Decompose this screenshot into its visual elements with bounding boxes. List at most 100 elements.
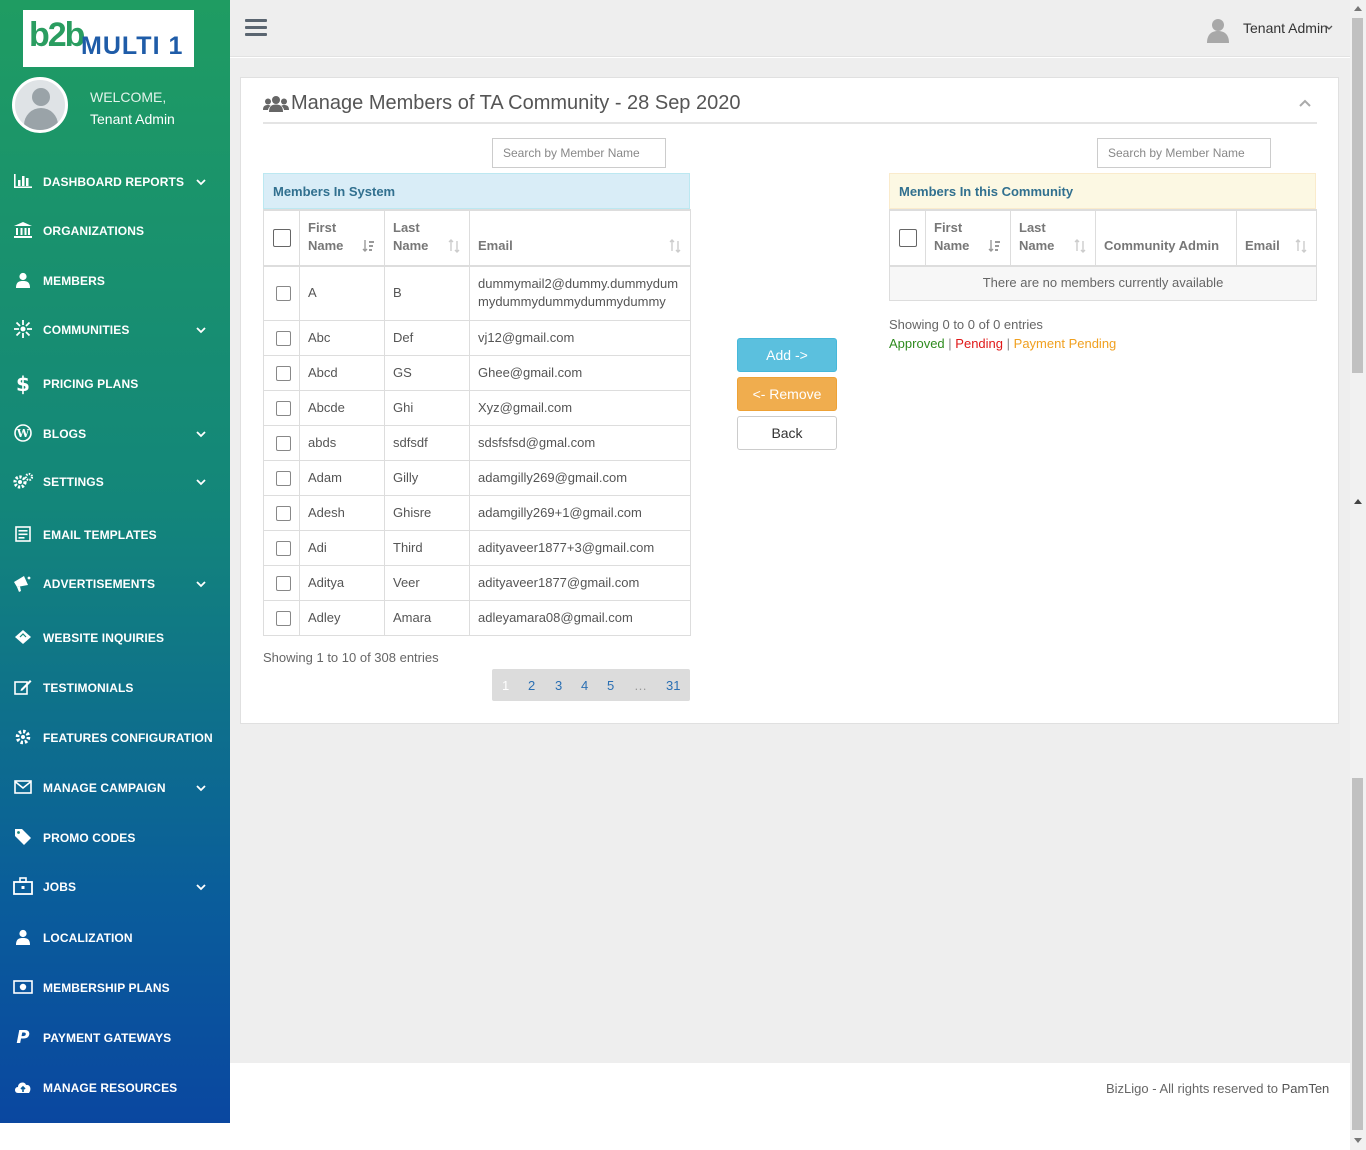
sidebar-item-organizations[interactable]: ORGANIZATIONS bbox=[0, 211, 230, 251]
chevron-down-icon[interactable] bbox=[1325, 25, 1333, 31]
row-checkbox[interactable] bbox=[276, 575, 291, 591]
scroll-up-icon[interactable] bbox=[1354, 6, 1362, 11]
sort-asc-icon[interactable] bbox=[988, 239, 1002, 253]
add-button[interactable]: Add -> bbox=[737, 338, 837, 372]
sidebar-item-localization[interactable]: LOCALIZATION bbox=[0, 918, 230, 958]
sidebar-item-settings[interactable]: SETTINGS bbox=[0, 462, 230, 502]
sort-icon[interactable] bbox=[1294, 239, 1308, 253]
col-first-name[interactable]: First Name bbox=[299, 209, 385, 267]
sidebar-item-communities[interactable]: COMMUNITIES bbox=[0, 310, 230, 350]
table-row[interactable]: Adi Third adityaveer1877+3@gmail.com bbox=[263, 529, 691, 566]
row-checkbox[interactable] bbox=[276, 505, 291, 521]
sidebar-item-pricing-plans[interactable]: $ PRICING PLANS bbox=[0, 364, 230, 404]
cell-email: adityaveer1877+3@gmail.com bbox=[469, 529, 691, 566]
sidebar-item-manage-resources[interactable]: MANAGE RESOURCES bbox=[0, 1068, 230, 1108]
system-members-search-input[interactable] bbox=[492, 138, 666, 168]
sidebar-item-membership-plans[interactable]: MEMBERSHIP PLANS bbox=[0, 968, 230, 1008]
community-members-search-input[interactable] bbox=[1097, 138, 1271, 168]
select-all-checkbox[interactable] bbox=[273, 229, 291, 248]
row-checkbox[interactable] bbox=[276, 330, 291, 346]
sidebar-item-advertisements[interactable]: ADVERTISEMENTS bbox=[0, 564, 230, 604]
cell-first-name: Aditya bbox=[299, 564, 385, 601]
table-row[interactable]: Adam Gilly adamgilly269@gmail.com bbox=[263, 459, 691, 496]
chevron-down-icon[interactable] bbox=[195, 782, 207, 794]
cell-first-name: Adi bbox=[299, 529, 385, 566]
sort-icon[interactable] bbox=[668, 239, 682, 253]
footer-brand-link[interactable]: PamTen bbox=[1282, 1081, 1330, 1096]
sidebar-item-testimonials[interactable]: TESTIMONIALS bbox=[0, 668, 230, 708]
scrollbar-thumb-lower[interactable] bbox=[1352, 778, 1363, 1130]
page-link-4[interactable]: 4 bbox=[581, 678, 588, 693]
scrollbar-thumb[interactable] bbox=[1352, 18, 1363, 373]
system-members-table: First Name Last Name Email A Bdummymail2@du… bbox=[263, 209, 691, 636]
user-menu[interactable]: Tenant Admin bbox=[1243, 20, 1328, 36]
page-link-3[interactable]: 3 bbox=[555, 678, 562, 693]
cogs-icon bbox=[12, 472, 34, 493]
sidebar-item-blogs[interactable]: W BLOGS bbox=[0, 414, 230, 454]
table-row[interactable]: Abcde Ghi Xyz@gmail.com bbox=[263, 389, 691, 426]
table-row[interactable]: Abc Def vj12@gmail.com bbox=[263, 319, 691, 356]
chevron-down-icon[interactable] bbox=[195, 578, 207, 590]
back-button[interactable]: Back bbox=[737, 416, 837, 450]
page-link-31[interactable]: 31 bbox=[666, 678, 680, 693]
menu-toggle-icon[interactable] bbox=[245, 19, 267, 37]
select-all-community-checkbox[interactable] bbox=[899, 229, 917, 248]
sidebar-item-label: JOBS bbox=[43, 880, 77, 894]
col-last-name[interactable]: Last Name bbox=[1010, 209, 1096, 267]
sidebar-item-label: PRICING PLANS bbox=[43, 377, 139, 391]
page-link-5[interactable]: 5 bbox=[607, 678, 614, 693]
remove-button[interactable]: <- Remove bbox=[737, 377, 837, 411]
row-checkbox[interactable] bbox=[276, 286, 291, 302]
col-email[interactable]: Email bbox=[469, 209, 691, 267]
row-checkbox[interactable] bbox=[276, 470, 291, 486]
welcome-greeting: WELCOME, bbox=[90, 89, 167, 105]
brand-logo[interactable]: b2b MULTI 1 bbox=[23, 10, 194, 67]
col-first-name[interactable]: First Name bbox=[925, 209, 1011, 267]
chevron-down-icon[interactable] bbox=[195, 428, 207, 440]
col-last-name[interactable]: Last Name bbox=[384, 209, 470, 267]
cell-first-name: Abc bbox=[299, 319, 385, 356]
cell-email: adamgilly269@gmail.com bbox=[469, 459, 691, 496]
page-link-2[interactable]: 2 bbox=[528, 678, 535, 693]
svg-text:W: W bbox=[16, 427, 30, 440]
sidebar-item-features-configuration[interactable]: FEATURES CONFIGURATION bbox=[0, 718, 230, 758]
cell-last-name: Third bbox=[384, 529, 470, 566]
table-row[interactable]: Adesh Ghisre adamgilly269+1@gmail.com bbox=[263, 494, 691, 531]
col-email[interactable]: Email bbox=[1236, 209, 1317, 267]
system-members-tbody: A Bdummymail2@dummy.dummydummydummydummyd… bbox=[263, 265, 691, 636]
sidebar-item-jobs[interactable]: JOBS bbox=[0, 867, 230, 907]
page-link-1[interactable]: 1 bbox=[502, 678, 509, 693]
row-checkbox[interactable] bbox=[276, 610, 291, 626]
sort-icon[interactable] bbox=[447, 239, 461, 253]
table-row[interactable]: Abcd GS Ghee@gmail.com bbox=[263, 354, 691, 391]
scrollbar[interactable] bbox=[1350, 0, 1366, 1150]
chevron-up-icon[interactable] bbox=[1298, 98, 1312, 108]
row-checkbox[interactable] bbox=[276, 365, 291, 381]
sidebar-item-dashboard-reports[interactable]: DASHBOARD REPORTS bbox=[0, 162, 230, 202]
sidebar-item-website-inquiries[interactable]: WEBSITE INQUIRIES bbox=[0, 618, 230, 658]
row-checkbox[interactable] bbox=[276, 435, 291, 451]
table-row[interactable]: abds sdfsdf sdsfsfsd@gmal.com bbox=[263, 424, 691, 461]
cell-email: sdsfsfsd@gmal.com bbox=[469, 424, 691, 461]
chevron-down-icon[interactable] bbox=[195, 881, 207, 893]
title-divider bbox=[263, 122, 1317, 124]
chevron-down-icon[interactable] bbox=[195, 324, 207, 336]
scroll-down-icon[interactable] bbox=[1354, 1138, 1362, 1143]
row-checkbox[interactable] bbox=[276, 540, 291, 556]
sidebar-item-promo-codes[interactable]: PROMO CODES bbox=[0, 818, 230, 858]
cell-last-name: Amara bbox=[384, 599, 470, 636]
sidebar-item-members[interactable]: MEMBERS bbox=[0, 261, 230, 301]
sort-asc-icon[interactable] bbox=[362, 239, 376, 253]
chevron-down-icon[interactable] bbox=[195, 476, 207, 488]
table-row[interactable]: A Bdummymail2@dummy.dummydummydummydummyd… bbox=[263, 265, 691, 321]
sidebar-item-manage-campaign[interactable]: MANAGE CAMPAIGN bbox=[0, 768, 230, 808]
table-row[interactable]: Aditya Veer adityaveer1877@gmail.com bbox=[263, 564, 691, 601]
sidebar-item-payment-gateways[interactable]: P PAYMENT GATEWAYS bbox=[0, 1018, 230, 1058]
sidebar-item-email-templates[interactable]: EMAIL TEMPLATES bbox=[0, 515, 230, 555]
table-row[interactable]: Adley Amara adleyamara08@gmail.com bbox=[263, 599, 691, 636]
row-checkbox[interactable] bbox=[276, 400, 291, 416]
col-last-name-l1: Last bbox=[1019, 220, 1046, 235]
user-avatar-icon[interactable] bbox=[1206, 17, 1230, 43]
sort-icon[interactable] bbox=[1073, 239, 1087, 253]
chevron-down-icon[interactable] bbox=[195, 176, 207, 188]
